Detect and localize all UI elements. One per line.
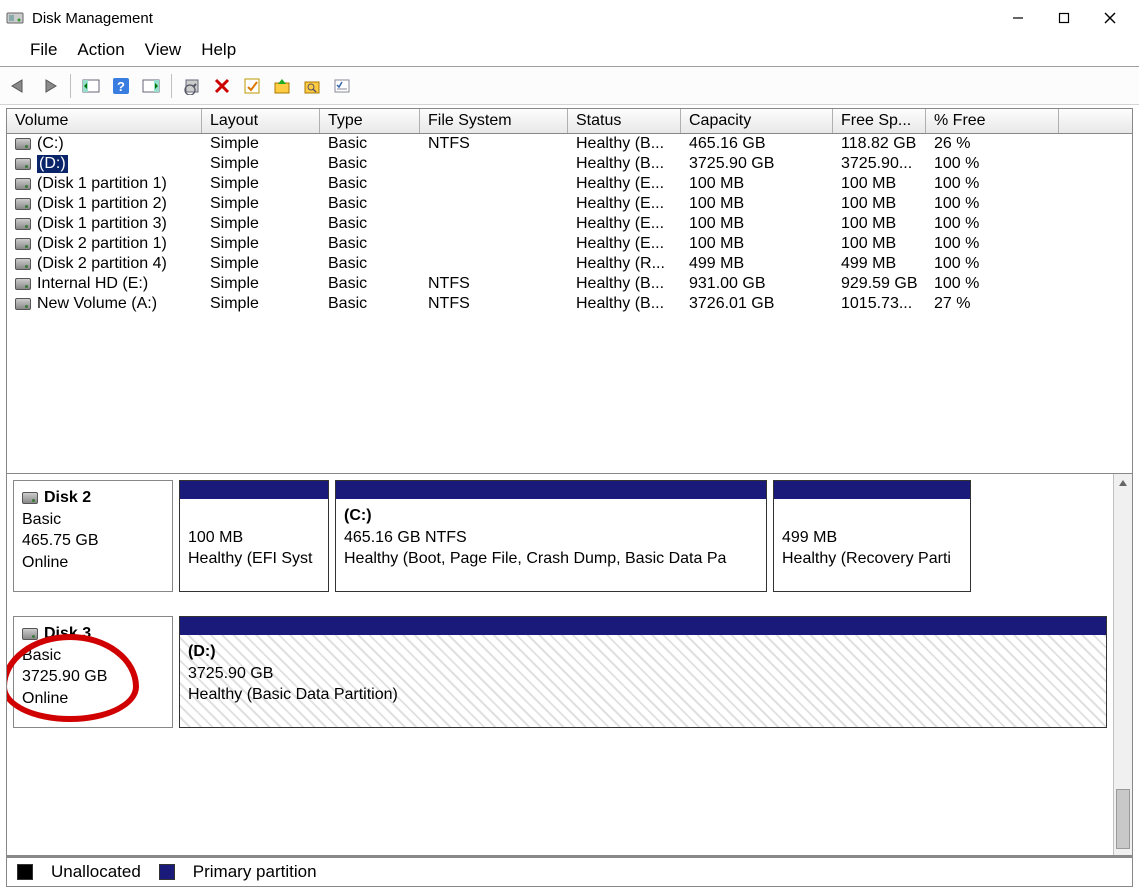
col-volume[interactable]: Volume: [7, 109, 202, 133]
menu-view[interactable]: View: [145, 40, 182, 60]
maximize-button[interactable]: [1041, 3, 1087, 33]
close-button[interactable]: [1087, 3, 1133, 33]
folder-search-button[interactable]: [298, 72, 326, 100]
hard-disk-icon: [22, 628, 38, 640]
check-list-button[interactable]: [328, 72, 356, 100]
disk3-state: Online: [22, 688, 164, 710]
menu-bar: File Action View Help: [0, 36, 1139, 67]
col-layout[interactable]: Layout: [202, 109, 320, 133]
disk3-title: Disk 3: [44, 623, 91, 645]
svg-text:?: ?: [117, 79, 125, 94]
graphical-disk-area: Disk 2 Basic 465.75 GB Online 100 MBHeal…: [7, 474, 1132, 855]
volume-icon: [15, 238, 31, 250]
forward-button[interactable]: [36, 72, 64, 100]
col-status[interactable]: Status: [568, 109, 681, 133]
volume-list[interactable]: (C:)SimpleBasicNTFSHealthy (B...465.16 G…: [7, 134, 1132, 474]
folder-up-button[interactable]: [268, 72, 296, 100]
partition-block[interactable]: (D:)3725.90 GBHealthy (Basic Data Partit…: [179, 616, 1107, 728]
volume-icon: [15, 278, 31, 290]
menu-action[interactable]: Action: [77, 40, 124, 60]
volume-icon: [15, 218, 31, 230]
volume-icon: [15, 198, 31, 210]
volume-row[interactable]: (C:)SimpleBasicNTFSHealthy (B...465.16 G…: [7, 134, 1132, 154]
partition-stripe: [180, 617, 1106, 635]
partition-block[interactable]: 100 MBHealthy (EFI Syst: [179, 480, 329, 592]
partition-stripe: [774, 481, 970, 499]
disk-label-disk2[interactable]: Disk 2 Basic 465.75 GB Online: [13, 480, 173, 592]
volume-row[interactable]: (Disk 1 partition 3)SimpleBasicHealthy (…: [7, 214, 1132, 234]
legend: Unallocated Primary partition: [6, 856, 1133, 887]
legend-primary: Primary partition: [193, 862, 317, 882]
scrollbar-thumb[interactable]: [1116, 789, 1130, 849]
hard-disk-icon: [22, 492, 38, 504]
show-panel-button[interactable]: [77, 72, 105, 100]
main-pane: Volume Layout Type File System Status Ca…: [6, 108, 1133, 856]
volume-icon: [15, 258, 31, 270]
disk-label-disk3[interactable]: Disk 3 Basic 3725.90 GB Online: [13, 616, 173, 728]
window-title: Disk Management: [32, 10, 153, 27]
help-button[interactable]: ?: [107, 72, 135, 100]
scroll-up-icon[interactable]: [1117, 478, 1129, 488]
back-button[interactable]: [6, 72, 34, 100]
volume-icon: [15, 298, 31, 310]
properties-button[interactable]: [238, 72, 266, 100]
col-free[interactable]: Free Sp...: [833, 109, 926, 133]
volume-row[interactable]: New Volume (A:)SimpleBasicNTFSHealthy (B…: [7, 294, 1132, 314]
legend-swatch-primary: [159, 864, 175, 880]
disk2-title: Disk 2: [44, 487, 91, 509]
titlebar: Disk Management: [0, 0, 1139, 36]
volume-icon: [15, 158, 31, 170]
legend-unallocated: Unallocated: [51, 862, 141, 882]
disk-row-disk2[interactable]: Disk 2 Basic 465.75 GB Online 100 MBHeal…: [13, 480, 1107, 592]
show-panel2-button[interactable]: [137, 72, 165, 100]
col-capacity[interactable]: Capacity: [681, 109, 833, 133]
volume-icon: [15, 178, 31, 190]
partition-stripe: [336, 481, 766, 499]
volume-row[interactable]: (Disk 2 partition 1)SimpleBasicHealthy (…: [7, 234, 1132, 254]
minimize-button[interactable]: [995, 3, 1041, 33]
disk-row-disk3[interactable]: Disk 3 Basic 3725.90 GB Online (D:)3725.…: [13, 616, 1107, 728]
menu-help[interactable]: Help: [201, 40, 236, 60]
legend-swatch-unallocated: [17, 864, 33, 880]
toolbar: ?: [0, 67, 1139, 105]
disk2-state: Online: [22, 552, 164, 574]
col-filesystem[interactable]: File System: [420, 109, 568, 133]
volume-icon: [15, 138, 31, 150]
volume-list-header: Volume Layout Type File System Status Ca…: [7, 109, 1132, 134]
volume-row[interactable]: (Disk 1 partition 1)SimpleBasicHealthy (…: [7, 174, 1132, 194]
volume-row[interactable]: (Disk 2 partition 4)SimpleBasicHealthy (…: [7, 254, 1132, 274]
col-pctfree[interactable]: % Free: [926, 109, 1059, 133]
partition-stripe: [180, 481, 328, 499]
disk3-size: 3725.90 GB: [22, 666, 164, 688]
scrollbar[interactable]: [1113, 474, 1132, 855]
col-type[interactable]: Type: [320, 109, 420, 133]
delete-button[interactable]: [208, 72, 236, 100]
disk2-type: Basic: [22, 509, 164, 531]
refresh-button[interactable]: [178, 72, 206, 100]
disk3-type: Basic: [22, 645, 164, 667]
volume-row[interactable]: (D:)SimpleBasicHealthy (B...3725.90 GB37…: [7, 154, 1132, 174]
app-icon: [6, 9, 24, 27]
partition-block[interactable]: (C:)465.16 GB NTFSHealthy (Boot, Page Fi…: [335, 480, 767, 592]
volume-row[interactable]: (Disk 1 partition 2)SimpleBasicHealthy (…: [7, 194, 1132, 214]
volume-row[interactable]: Internal HD (E:)SimpleBasicNTFSHealthy (…: [7, 274, 1132, 294]
partition-block[interactable]: 499 MBHealthy (Recovery Parti: [773, 480, 971, 592]
menu-file[interactable]: File: [30, 40, 57, 60]
disk2-size: 465.75 GB: [22, 530, 164, 552]
